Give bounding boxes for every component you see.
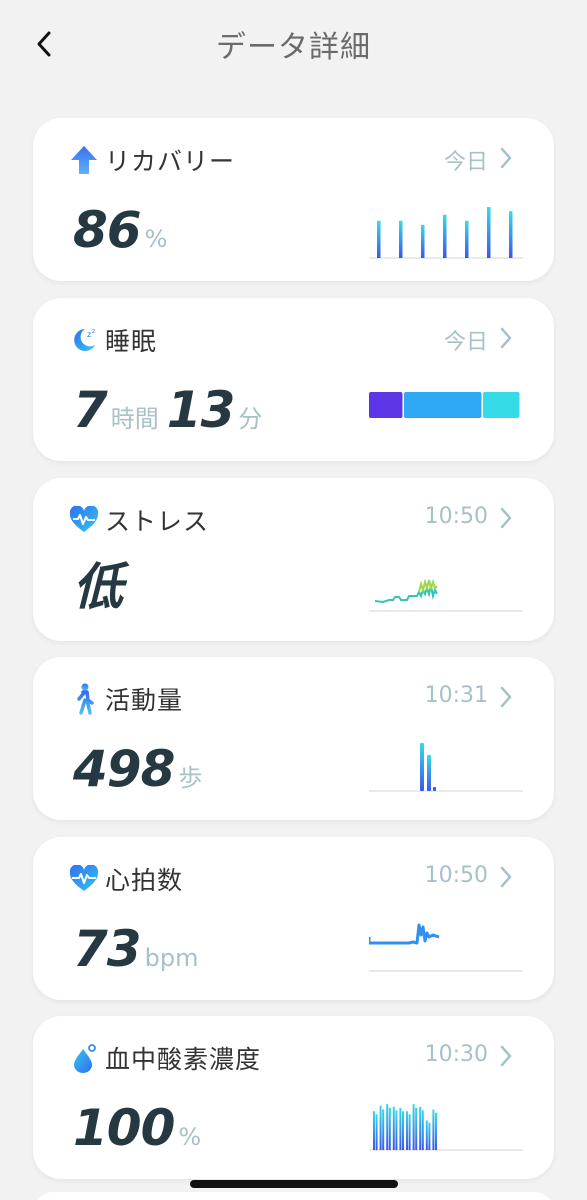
- value-unit: 歩: [178, 764, 203, 792]
- next-card-peek: [33, 1192, 554, 1200]
- spo2-bar: [402, 1111, 404, 1150]
- minutes-number: 13: [166, 381, 236, 439]
- activity-mini-chart: [369, 743, 523, 792]
- sleep-stage-segment: [403, 392, 482, 418]
- chevron-right-icon[interactable]: [498, 1044, 514, 1068]
- sleep-stage-bar: [369, 392, 520, 418]
- card-time: 10:31: [424, 683, 488, 708]
- header: データ詳細: [0, 0, 587, 90]
- spo2-bar: [412, 1104, 415, 1150]
- sleep-stage-segment: [369, 392, 403, 418]
- chevron-right-icon[interactable]: [498, 865, 514, 889]
- hours-number: 7: [73, 381, 108, 439]
- card-header: リカバリー: [69, 142, 235, 178]
- card-time: 10:50: [424, 863, 488, 888]
- spo2-bar: [373, 1111, 375, 1150]
- spo2-bar: [435, 1112, 437, 1150]
- chevron-right-icon[interactable]: [498, 506, 514, 530]
- value-text: 低: [73, 558, 123, 616]
- recovery-bar: [487, 207, 491, 258]
- svg-text:z: z: [92, 328, 95, 335]
- heart-pulse-icon: [69, 864, 99, 894]
- card-label: 心拍数: [105, 866, 184, 895]
- droplet-icon: [69, 1043, 99, 1073]
- spo2-bar: [406, 1111, 408, 1150]
- card-value: 498 歩: [73, 740, 210, 798]
- value-unit: %: [178, 1123, 202, 1151]
- card-header: 活動量: [69, 681, 183, 717]
- minutes-unit: 分: [238, 405, 263, 433]
- card-time: 今日: [443, 330, 488, 355]
- spo2-bar: [388, 1107, 391, 1150]
- card-time: 10:30: [424, 1042, 488, 1067]
- value-number: 73: [73, 920, 142, 978]
- value-number: 498: [73, 740, 175, 798]
- card-value: 100 %: [73, 1099, 209, 1157]
- spo2-bar: [375, 1114, 378, 1150]
- arrow-up-icon: [69, 145, 99, 175]
- value-number: 100: [73, 1099, 175, 1157]
- card-header: ストレス: [69, 502, 209, 538]
- spo2-bar: [428, 1122, 431, 1150]
- recovery-bar: [377, 220, 381, 258]
- recovery-bar: [443, 214, 447, 258]
- card-value: 86 %: [73, 201, 175, 259]
- card-value: 低: [73, 547, 123, 619]
- spo2-bar: [386, 1104, 389, 1150]
- spo2-bar: [415, 1107, 418, 1150]
- home-indicator: [190, 1180, 398, 1188]
- spo2-mini-chart: [369, 1104, 523, 1151]
- spo2-bar: [432, 1109, 435, 1150]
- sleep-card[interactable]: z z 睡眠 今日 7 時間 13 分: [33, 298, 554, 461]
- value-number: 86: [73, 201, 142, 259]
- card-header: 心拍数: [69, 861, 183, 897]
- chevron-right-icon[interactable]: [498, 146, 514, 170]
- spo2-card[interactable]: 血中酸素濃度 10:30 100 %: [33, 1016, 554, 1179]
- card-label: 活動量: [105, 686, 184, 715]
- card-time: 今日: [443, 150, 488, 175]
- spo2-bar: [392, 1106, 395, 1150]
- spo2-bar: [382, 1109, 385, 1150]
- chevron-right-icon[interactable]: [498, 326, 514, 350]
- card-value: 7 時間 13 分: [73, 381, 270, 439]
- moon-icon: z z: [69, 325, 99, 355]
- card-label: 血中酸素濃度: [105, 1045, 262, 1074]
- spo2-bar: [408, 1114, 411, 1150]
- spo2-bar: [395, 1110, 398, 1150]
- card-label: リカバリー: [105, 147, 236, 176]
- card-label: 睡眠: [105, 327, 158, 356]
- chevron-right-icon[interactable]: [498, 685, 514, 709]
- hours-unit: 時間: [110, 405, 159, 433]
- card-label: ストレス: [105, 507, 210, 536]
- recovery-bar: [509, 211, 513, 258]
- spo2-bar: [425, 1120, 428, 1150]
- page-title: データ詳細: [216, 30, 371, 65]
- recovery-bar: [399, 220, 403, 258]
- heart-wave-icon: [69, 505, 99, 535]
- svg-text:z: z: [87, 330, 91, 339]
- spo2-bar: [379, 1105, 382, 1150]
- activity-card[interactable]: 活動量 10:31 498 歩: [33, 657, 554, 820]
- walking-icon: [69, 683, 99, 715]
- recovery-mini-chart: [369, 207, 523, 259]
- stress-card[interactable]: ストレス 10:50 低: [33, 478, 554, 641]
- card-time: 10:50: [424, 504, 488, 529]
- value-unit: bpm: [144, 944, 199, 972]
- recovery-bar: [421, 225, 425, 258]
- recovery-bar: [465, 220, 469, 258]
- heart-rate-card[interactable]: 心拍数 10:50 73 bpm: [33, 837, 554, 1000]
- spo2-bar: [399, 1107, 402, 1150]
- sleep-stage-segment: [483, 392, 520, 418]
- card-header: z z 睡眠: [69, 322, 157, 358]
- card-header: 血中酸素濃度: [69, 1040, 261, 1076]
- heart-rate-mini-chart: [369, 923, 523, 972]
- spo2-bar: [419, 1106, 422, 1150]
- spo2-bar: [421, 1110, 424, 1150]
- card-value: 73 bpm: [73, 920, 206, 978]
- recovery-card[interactable]: リカバリー 今日 86 %: [33, 118, 554, 281]
- stress-mini-chart: [369, 578, 523, 612]
- value-unit: %: [144, 225, 168, 253]
